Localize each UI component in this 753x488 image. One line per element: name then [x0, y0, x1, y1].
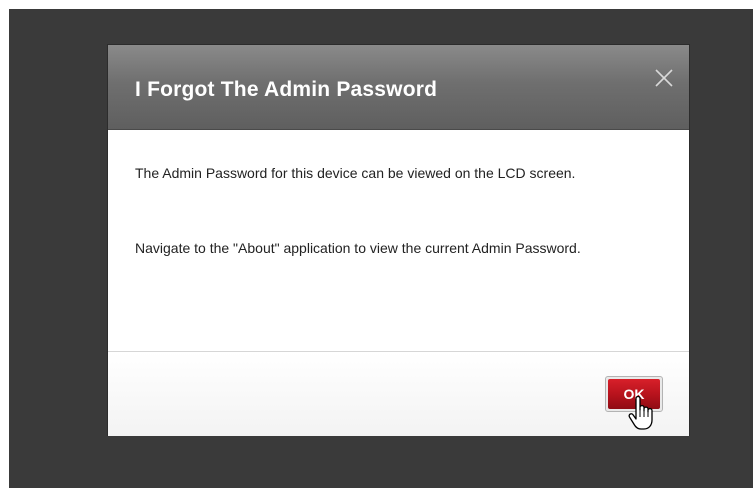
forgot-password-dialog: I Forgot The Admin Password The Admin Pa…: [108, 45, 689, 436]
ok-button[interactable]: OK: [605, 376, 663, 412]
dialog-body: The Admin Password for this device can b…: [108, 130, 689, 351]
ok-button-label: OK: [608, 379, 660, 409]
dialog-footer: OK: [108, 351, 689, 436]
close-button[interactable]: [653, 67, 675, 89]
message-lcd-info: The Admin Password for this device can b…: [135, 165, 576, 181]
dialog-header: I Forgot The Admin Password: [108, 45, 689, 130]
close-icon: [655, 69, 673, 87]
message-about-app: Navigate to the "About" application to v…: [135, 240, 581, 256]
dialog-title: I Forgot The Admin Password: [135, 78, 438, 101]
